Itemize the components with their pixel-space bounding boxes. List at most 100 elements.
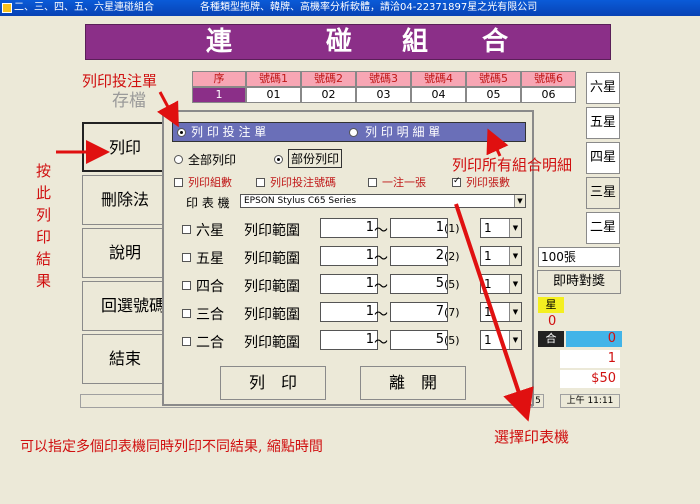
row-name: 三合 xyxy=(196,307,224,323)
dialog-leave-button[interactable]: 離 開 xyxy=(360,366,466,400)
checkbox-row-two[interactable] xyxy=(182,337,191,346)
range-from-input[interactable]: 1 xyxy=(320,274,378,294)
anno-char: 按 xyxy=(36,162,52,180)
table-cell[interactable]: 03 xyxy=(356,87,411,103)
range-tilde: ～ xyxy=(374,251,388,267)
print-partial-label: 部份列印 xyxy=(288,149,343,168)
quantity-value: 1 xyxy=(560,350,620,368)
status-time: 上午 11:11 xyxy=(560,394,620,408)
range-tilde: ～ xyxy=(374,279,388,295)
checkbox-sheet-count[interactable] xyxy=(452,176,461,187)
radio-print-all[interactable] xyxy=(174,155,183,164)
tab-six-star[interactable]: 六星 xyxy=(586,72,620,104)
checkbox-one-per-sheet[interactable] xyxy=(368,178,377,187)
radio-print-partial[interactable] xyxy=(274,155,283,164)
annotation-press-here: 按 此 列 印 結 果 xyxy=(36,160,54,292)
range-total: (5) xyxy=(444,278,460,291)
printer-value: EPSON Stylus C65 Series xyxy=(244,196,357,206)
range-to-input[interactable]: 2 xyxy=(390,246,448,266)
checkbox-group-count[interactable] xyxy=(174,178,183,187)
anno-char: 列 xyxy=(36,206,52,224)
table-header: 序 xyxy=(192,71,246,87)
dialog-print-button[interactable]: 列 印 xyxy=(220,366,326,400)
checkbox-bet-numbers[interactable] xyxy=(256,178,265,187)
table-cell[interactable]: 05 xyxy=(466,87,521,103)
range-tilde: ～ xyxy=(374,307,388,323)
table-cell[interactable]: 02 xyxy=(301,87,356,103)
range-from-input[interactable]: 1 xyxy=(320,246,378,266)
chevron-down-icon[interactable]: ▼ xyxy=(509,331,521,349)
banner-char: 連 xyxy=(206,27,233,57)
checkbox-row-six[interactable] xyxy=(182,225,191,234)
checkbox-row-five[interactable] xyxy=(182,253,191,262)
annotation-choose-printer: 選擇印表機 xyxy=(494,428,570,446)
range-from-input[interactable]: 1 xyxy=(320,302,378,322)
chevron-down-icon[interactable]: ▼ xyxy=(509,247,521,265)
chevron-down-icon[interactable]: ▼ xyxy=(509,219,521,237)
range-from-input[interactable]: 1 xyxy=(320,218,378,238)
sheet-count-select[interactable]: 1 ▼ xyxy=(480,274,522,294)
combo-label: 合 xyxy=(538,331,564,347)
sheet-count-select[interactable]: 1 ▼ xyxy=(480,302,522,322)
range-total: (1) xyxy=(444,222,460,235)
instant-check-button[interactable]: 即時對獎 xyxy=(537,270,621,294)
sheet-count-value: 1 xyxy=(484,305,492,319)
print-detail-label: 列 印 明 細 單 xyxy=(365,125,441,139)
star-label: 星 xyxy=(538,297,564,313)
app-icon xyxy=(2,3,12,13)
tab-two-star[interactable]: 二星 xyxy=(586,212,620,244)
print-all-label: 全部列印 xyxy=(188,153,237,167)
table-cell[interactable]: 06 xyxy=(521,87,576,103)
table-cell[interactable]: 1 xyxy=(192,87,246,103)
ticket-count: 100張 xyxy=(538,247,620,267)
range-to-input[interactable]: 5 xyxy=(390,330,448,350)
tab-five-star[interactable]: 五星 xyxy=(586,107,620,139)
return-numbers-button[interactable]: 回選號碼 xyxy=(82,281,168,331)
table-cell[interactable]: 04 xyxy=(411,87,466,103)
range-label: 列印範圍 xyxy=(244,251,300,267)
chevron-down-icon[interactable]: ▼ xyxy=(509,303,521,321)
range-label: 列印範圍 xyxy=(244,223,300,239)
radio-print-detail[interactable] xyxy=(349,128,358,137)
range-to-input[interactable]: 1 xyxy=(390,218,448,238)
radio-print-ticket[interactable] xyxy=(177,128,186,137)
table-cell[interactable]: 01 xyxy=(246,87,301,103)
print-button[interactable]: 列印 xyxy=(82,122,168,172)
range-total: (2) xyxy=(444,250,460,263)
row-name: 六星 xyxy=(196,223,224,239)
tab-four-star[interactable]: 四星 xyxy=(586,142,620,174)
delete-method-button[interactable]: 刪除法 xyxy=(82,175,168,225)
checkbox-row-four[interactable] xyxy=(182,281,191,290)
range-from-input[interactable]: 1 xyxy=(320,330,378,350)
sheet-count-select[interactable]: 1 ▼ xyxy=(480,218,522,238)
chevron-down-icon[interactable]: ▼ xyxy=(514,195,525,207)
bet-numbers-label: 列印投注號碼 xyxy=(270,176,336,189)
number-table: 序 號碼1 號碼2 號碼3 號碼4 號碼5 號碼6 1 01 02 03 04 … xyxy=(192,71,576,103)
sheet-count-value: 1 xyxy=(484,249,492,263)
range-label: 列印範圍 xyxy=(244,335,300,351)
table-header: 號碼1 xyxy=(246,71,301,87)
printer-select[interactable]: EPSON Stylus C65 Series ▼ xyxy=(240,194,526,208)
range-to-input[interactable]: 7 xyxy=(390,302,448,322)
one-per-sheet-label: 一注一張 xyxy=(382,176,426,189)
sheet-count-value: 1 xyxy=(484,277,492,291)
price-value: $50 xyxy=(560,370,620,388)
sheet-count-select[interactable]: 1 ▼ xyxy=(480,330,522,350)
anno-char: 此 xyxy=(36,184,52,202)
chevron-down-icon[interactable]: ▼ xyxy=(509,275,521,293)
help-button[interactable]: 說明 xyxy=(82,228,168,278)
row-name: 四合 xyxy=(196,279,224,295)
sheet-count-select[interactable]: 1 ▼ xyxy=(480,246,522,266)
tab-three-star[interactable]: 三星 xyxy=(586,177,620,209)
range-total: (5) xyxy=(444,334,460,347)
anno-char: 印 xyxy=(36,228,52,246)
print-ticket-label: 列 印 投 注 單 xyxy=(191,125,267,139)
exit-button[interactable]: 結束 xyxy=(82,334,168,384)
print-mode-bar: 列 印 投 注 單 列 印 明 細 單 xyxy=(172,122,526,142)
banner: 連 碰 組 合 xyxy=(85,24,611,60)
range-to-input[interactable]: 5 xyxy=(390,274,448,294)
checkbox-row-three[interactable] xyxy=(182,309,191,318)
range-label: 列印範圍 xyxy=(244,279,300,295)
group-count-label: 列印組數 xyxy=(188,176,232,189)
sheet-count-value: 1 xyxy=(484,333,492,347)
